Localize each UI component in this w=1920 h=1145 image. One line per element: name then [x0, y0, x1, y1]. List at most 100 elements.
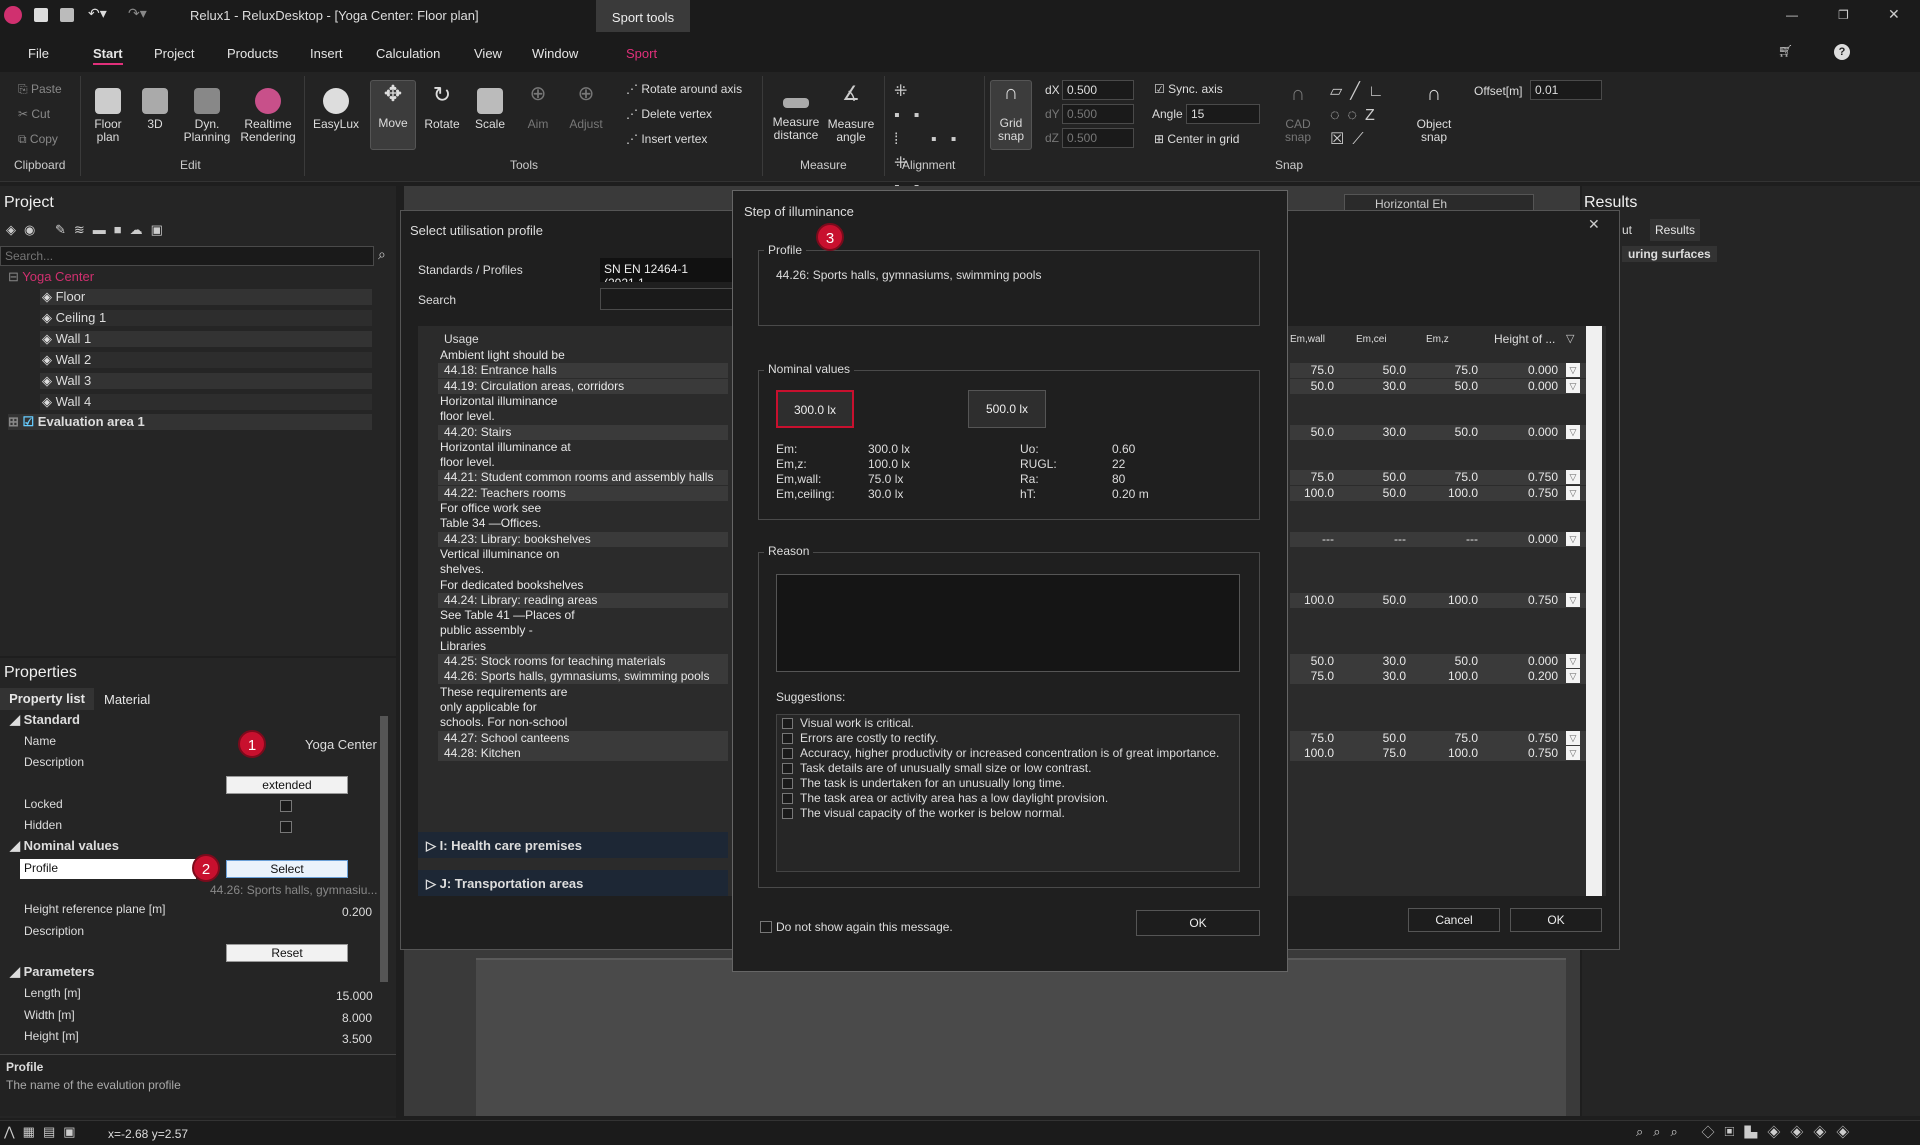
suggestion-checkbox[interactable] — [782, 793, 793, 804]
minimize-button[interactable]: — — [1786, 8, 1798, 22]
offset-input[interactable] — [1530, 80, 1602, 100]
suggestion-checkbox[interactable] — [782, 778, 793, 789]
scale-button[interactable]: Scale — [470, 88, 510, 131]
cut-button[interactable]: ✂ Cut — [18, 107, 50, 121]
section-standard[interactable]: ◢ Standard — [10, 712, 80, 728]
row-filter-icon[interactable]: ▽ — [1566, 424, 1580, 439]
suggestion-checkbox[interactable] — [782, 763, 793, 774]
row-filter-icon[interactable]: ▽ — [1566, 654, 1580, 668]
properties-scrollbar[interactable] — [380, 716, 388, 982]
tab-results-partial[interactable]: ut — [1622, 223, 1632, 237]
row-filter-icon[interactable]: ▽ — [1566, 485, 1580, 500]
dont-show-checkbox[interactable] — [760, 921, 772, 933]
sync-axis-checkbox[interactable]: ☑ Sync. axis — [1154, 82, 1223, 96]
zoom-tools-icons[interactable]: ⌕⌕⌕ ◇▣▙◈◈◈◈ — [1636, 1124, 1859, 1140]
tree-item-ceiling[interactable]: ◈ Ceiling 1 — [40, 310, 372, 326]
width-value[interactable]: 8.000 — [342, 1011, 372, 1025]
angle-input[interactable] — [1186, 104, 1260, 124]
section-parameters[interactable]: ◢ Parameters — [10, 964, 94, 980]
name-value[interactable]: Yoga Center — [305, 737, 377, 752]
group-health-care[interactable]: ▷ I: Health care premises — [418, 832, 728, 858]
suggestion-checkbox[interactable] — [782, 808, 793, 819]
rotate-button[interactable]: ↻ Rotate — [420, 84, 464, 131]
tree-item-floor[interactable]: ◈ Floor — [40, 289, 372, 305]
section-nominal[interactable]: ◢ Nominal values — [10, 838, 119, 854]
menu-project[interactable]: Project — [154, 46, 194, 61]
reason-textarea[interactable] — [776, 574, 1240, 672]
hidden-checkbox[interactable] — [280, 821, 292, 833]
tab-results[interactable]: Results — [1650, 219, 1700, 241]
tree-item-wall-1[interactable]: ◈ Wall 1 — [40, 331, 372, 347]
suggestion-checkbox[interactable] — [782, 718, 793, 729]
menu-insert[interactable]: Insert — [310, 46, 343, 61]
filter-icon[interactable]: ▽ — [1566, 332, 1574, 345]
move-button[interactable]: ✥ Move — [370, 80, 416, 150]
realtime-rendering-button[interactable]: Realtime Rendering — [240, 88, 296, 144]
height-reference-value[interactable]: 0.200 — [342, 905, 372, 919]
measure-distance-button[interactable]: Measure distance — [770, 88, 822, 142]
tree-item-evaluation-area[interactable]: ⊞ ☑ Evaluation area 1 — [8, 414, 372, 430]
menu-window[interactable]: Window — [532, 46, 578, 61]
tab-property-list[interactable]: Property list — [0, 688, 94, 710]
menu-calculation[interactable]: Calculation — [376, 46, 440, 61]
util-ok-button[interactable]: OK — [1510, 908, 1602, 932]
util-search-input[interactable] — [600, 288, 736, 310]
suggestion-checkbox[interactable] — [782, 748, 793, 759]
dz-input[interactable] — [1062, 128, 1134, 148]
tree-item-wall-2[interactable]: ◈ Wall 2 — [40, 352, 372, 368]
aim-button[interactable]: ⊕ Aim — [520, 84, 556, 131]
adjust-button[interactable]: ⊕ Adjust — [566, 84, 606, 131]
tab-material[interactable]: Material — [104, 690, 150, 710]
col-em-z[interactable]: Em,z — [1426, 334, 1449, 345]
easylux-button[interactable]: EasyLux — [312, 88, 360, 131]
row-filter-icon[interactable]: ▽ — [1566, 531, 1580, 546]
rotate-axis-button[interactable]: ⋰ Rotate around axis — [626, 82, 742, 96]
locked-checkbox[interactable] — [280, 800, 292, 812]
alignment-icons[interactable]: ⁜ ▪▪⁞ ▪▪⁜ ▪▪ — [894, 80, 974, 196]
copy-button[interactable]: ⧉ Copy — [18, 132, 58, 147]
restore-button[interactable]: ❐ — [1838, 8, 1849, 22]
standards-select[interactable]: SN EN 12464-1 (2021.1 — [600, 258, 736, 282]
tree-item-wall-4[interactable]: ◈ Wall 4 — [40, 394, 372, 410]
util-dialog-close-icon[interactable]: ✕ — [1588, 216, 1600, 233]
row-filter-icon[interactable]: ▽ — [1566, 730, 1580, 745]
col-em-ceiling[interactable]: Em,cei — [1356, 334, 1387, 345]
search-icon[interactable]: ⌕ — [378, 246, 386, 263]
close-button[interactable]: ✕ — [1888, 6, 1900, 23]
menu-view[interactable]: View — [474, 46, 502, 61]
center-in-grid-checkbox[interactable]: ⊞ Center in grid — [1154, 132, 1239, 146]
menu-sport[interactable]: Sport — [626, 46, 657, 61]
step-500-button[interactable]: 500.0 lx — [968, 390, 1046, 428]
row-filter-icon[interactable]: ▽ — [1566, 363, 1580, 378]
dx-input[interactable] — [1062, 80, 1134, 100]
row-filter-icon[interactable]: ▽ — [1566, 592, 1580, 607]
3d-button[interactable]: 3D — [140, 88, 170, 131]
col-usage[interactable]: Usage — [444, 332, 479, 346]
save-icon[interactable] — [34, 8, 48, 22]
menu-file[interactable]: File — [28, 46, 49, 61]
status-view-icons[interactable]: ⋀▦▤▣ — [4, 1124, 84, 1140]
menu-start[interactable]: Start — [93, 46, 123, 65]
profile-field[interactable]: Profile — [20, 859, 196, 879]
print-icon[interactable] — [60, 8, 74, 22]
cad-snap-button[interactable]: ∩ CAD snap — [1278, 84, 1318, 144]
help-icon[interactable]: ? — [1834, 44, 1850, 60]
measure-angle-button[interactable]: ∡ Measure angle — [826, 84, 876, 144]
redo-icon[interactable]: ↷▾ — [128, 5, 147, 22]
object-snap-button[interactable]: ∩ Object snap — [1410, 84, 1458, 144]
row-filter-icon[interactable]: ▽ — [1566, 745, 1580, 760]
dyn-planning-button[interactable]: Dyn. Planning — [180, 88, 234, 144]
floor-plan-button[interactable]: Floor plan — [88, 88, 128, 144]
insert-vertex-button[interactable]: ⋰ Insert vertex — [626, 132, 707, 146]
extended-button[interactable]: extended — [226, 776, 348, 794]
undo-icon[interactable]: ↶▾ — [88, 5, 107, 22]
dy-input[interactable] — [1062, 104, 1134, 124]
col-height[interactable]: Height of ... — [1494, 332, 1555, 346]
menu-products[interactable]: Products — [227, 46, 278, 61]
usage-table-scrollbar[interactable] — [1586, 326, 1602, 896]
project-search-input[interactable] — [0, 246, 374, 266]
delete-vertex-button[interactable]: ⋰ Delete vertex — [626, 107, 712, 121]
snap-mode-icons[interactable]: ▱╱∟ ◌◌Z ☒⟋ — [1330, 80, 1402, 150]
row-filter-icon[interactable]: ▽ — [1566, 669, 1580, 684]
length-value[interactable]: 15.000 — [336, 989, 373, 1003]
